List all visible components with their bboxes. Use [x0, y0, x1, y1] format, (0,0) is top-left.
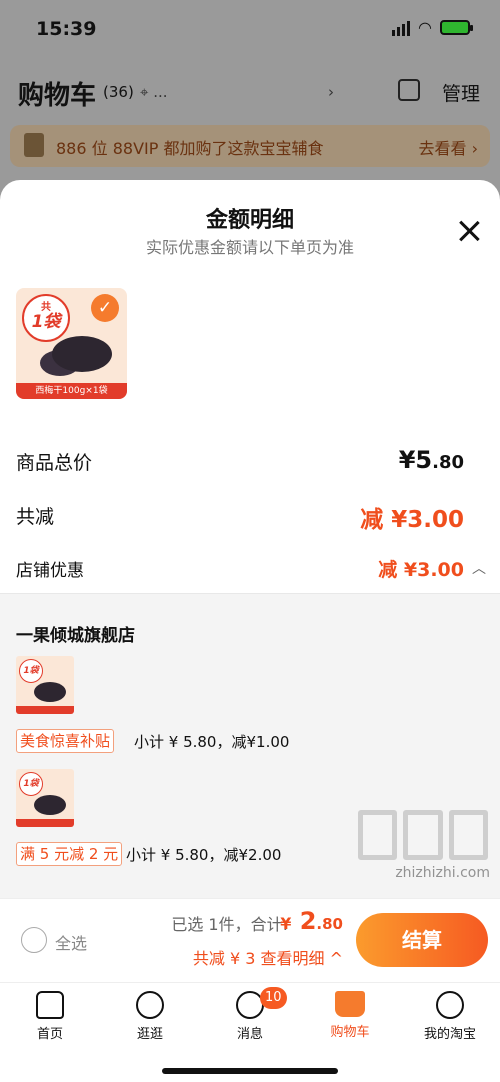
tab-home[interactable]: 首页 [10, 991, 90, 1042]
status-icons: ◠ [392, 18, 473, 37]
product-label: 西梅干100g×1袋 [16, 383, 127, 399]
cart-count: (36) [103, 83, 134, 101]
checkout-button[interactable]: 结算 [356, 913, 488, 967]
promo-banner[interactable]: 886 位 88VIP 都加购了这款宝宝辅食 去看看 › [10, 125, 490, 167]
total-price-value: ¥5.80 [399, 446, 464, 474]
sheet-title: 金额明细 [205, 208, 294, 233]
status-time: 15:39 [36, 18, 97, 40]
product-icon [24, 133, 44, 157]
select-all-radio[interactable] [21, 927, 47, 953]
total-price-label: 商品总价 [16, 452, 93, 474]
price-decimal: .80 [432, 452, 464, 473]
quantity-badge: 共 1袋 [22, 294, 70, 342]
unread-badge: 10 [260, 987, 287, 1009]
badge-big-text: 1袋 [31, 312, 61, 332]
view-detail-link[interactable]: 共减 ¥ 3 查看明细 ^ [193, 945, 343, 969]
item-thumbnail[interactable]: 1袋 [16, 769, 74, 827]
location-text: ... [153, 83, 168, 101]
shop-discount-value[interactable]: 减 ¥3.00 [378, 555, 464, 582]
watermark-text: zhizhizhi.com [395, 865, 490, 881]
battery-icon [440, 20, 473, 35]
total-reduce-label: 共减 [16, 506, 55, 528]
watermark-logo [358, 810, 488, 860]
tab-label: 逛逛 [136, 1027, 163, 1042]
price-integer: 5 [415, 446, 433, 474]
location-selector[interactable]: ⌖ ... [140, 83, 168, 101]
chevron-right-icon[interactable]: › [328, 83, 334, 101]
checkout-total: ¥ 2.80 [280, 907, 343, 935]
close-icon[interactable] [456, 218, 482, 244]
fruit-image [34, 682, 66, 702]
tab-browse[interactable]: 逛逛 [110, 991, 190, 1042]
copy-icon[interactable] [398, 79, 420, 101]
fruit-image [34, 795, 66, 815]
home-indicator [162, 1068, 338, 1074]
discount-tag: 美食惊喜补贴 [16, 729, 115, 753]
home-icon [36, 991, 64, 1019]
signal-icon [392, 20, 411, 36]
select-all-label[interactable]: 全选 [55, 930, 87, 954]
item-subtotal: 小计 ¥ 5.80，减¥1.00 [134, 733, 290, 751]
total-reduce-value: 减 ¥3.00 [360, 507, 464, 533]
selected-count: 已选 1件，合计: [171, 915, 288, 934]
item-thumbnail[interactable]: 1袋 [16, 656, 74, 714]
check-icon[interactable]: ✓ [91, 294, 119, 322]
cart-title: 购物车 [18, 81, 97, 111]
tab-bar: 首页 逛逛 10 消息 购物车 我的淘宝 [0, 982, 500, 1082]
discount-tag: 满 5 元减 2 元 [16, 842, 123, 866]
checkout-bar: 全选 已选 1件，合计: ¥ 2.80 共减 ¥ 3 查看明细 ^ 结算 [0, 898, 500, 982]
shop-discount-label[interactable]: 店铺优惠 [16, 556, 84, 581]
manage-button[interactable]: 管理 [442, 79, 480, 106]
quantity-badge: 1袋 [19, 772, 43, 796]
tab-messages[interactable]: 10 消息 [210, 987, 290, 1042]
tab-label: 我的淘宝 [423, 1027, 476, 1042]
price-integer: 2 [299, 907, 317, 935]
chevron-up-icon[interactable]: ︿ [472, 558, 486, 578]
cart-icon [335, 991, 365, 1017]
quantity-badge: 1袋 [19, 659, 43, 683]
wifi-icon: ◠ [418, 18, 432, 37]
product-label-strip [16, 819, 74, 827]
amount-detail-sheet: 金额明细 实际优惠金额请以下单页为准 共 1袋 ✓ 西梅干100g×1袋 商品总… [0, 180, 500, 1082]
currency-symbol: ¥ [398, 446, 416, 474]
promo-text: 886 位 88VIP 都加购了这款宝宝辅食 [56, 139, 324, 158]
badge-small-text: 共 [41, 302, 51, 313]
fruit-image [52, 336, 112, 372]
item-subtotal: 小计 ¥ 5.80，减¥2.00 [126, 846, 282, 864]
store-name: 一果倾城旗舰店 [16, 626, 135, 646]
tab-label: 首页 [36, 1027, 63, 1042]
price-decimal: .80 [316, 915, 343, 933]
cart-header: 购物车 (36) ⌖ ... › 管理 [0, 65, 500, 120]
sheet-subtitle: 实际优惠金额请以下单页为准 [145, 238, 354, 257]
smile-icon [136, 991, 164, 1019]
tab-cart[interactable]: 购物车 [310, 991, 390, 1040]
tab-label: 购物车 [330, 1025, 370, 1040]
status-bar: 15:39 ◠ [0, 0, 500, 60]
profile-icon [436, 991, 464, 1019]
product-thumbnail[interactable]: 共 1袋 ✓ 西梅干100g×1袋 [16, 288, 127, 399]
tab-my-taobao[interactable]: 我的淘宝 [410, 991, 490, 1042]
promo-link[interactable]: 去看看 › [419, 135, 479, 159]
tab-label: 消息 [236, 1027, 263, 1042]
currency-symbol: ¥ [280, 914, 292, 933]
product-label-strip [16, 706, 74, 714]
